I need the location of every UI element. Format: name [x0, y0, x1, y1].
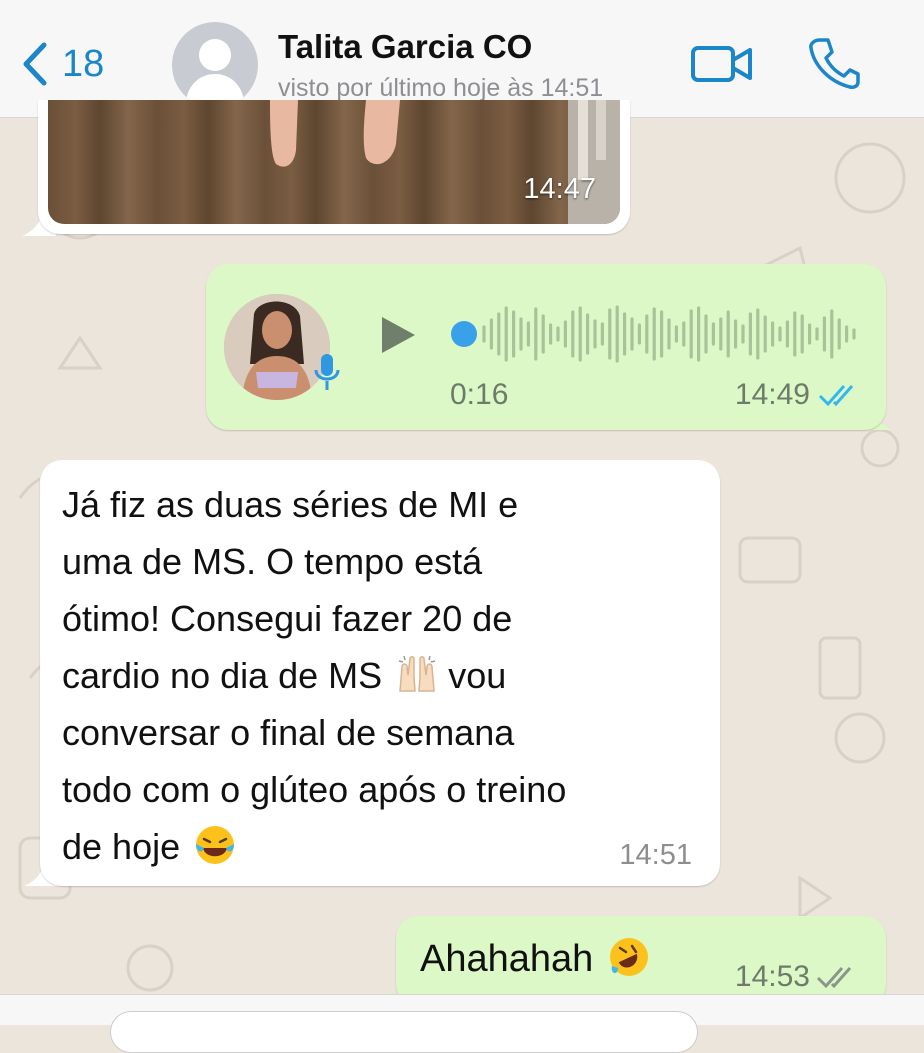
message-line: conversar o final de semana: [62, 712, 515, 753]
back-button[interactable]: 18: [18, 36, 108, 92]
message-line: Já fiz as duas séries de MI e: [62, 484, 519, 525]
message-text: de hoje: [62, 826, 181, 867]
video-call-icon[interactable]: [690, 40, 754, 88]
microphone-icon: [314, 354, 340, 390]
message-text: vou: [448, 655, 507, 696]
last-seen-status: visto por último hoje às 14:51: [278, 74, 604, 102]
text-message[interactable]: Já fiz as duas séries de MI e uma de MS.…: [40, 460, 720, 886]
message-line: uma de MS. O tempo está: [62, 541, 483, 582]
chevron-left-icon: [23, 42, 47, 86]
text-message[interactable]: Ahahahah 14:53: [396, 916, 886, 1006]
laughing-tears-emoji: [196, 826, 235, 864]
voice-message[interactable]: 0:16 14:49: [206, 264, 886, 430]
message-body: Ahahahah: [420, 936, 650, 981]
raising-hands-emoji: [399, 655, 436, 692]
message-input[interactable]: [110, 1011, 698, 1053]
double-check-delivered-icon: [816, 967, 852, 989]
message-line: de hoje: [62, 818, 702, 875]
photo-thumbnail[interactable]: 14:47: [48, 100, 620, 224]
message-time: 14:47: [523, 173, 596, 205]
message-line: todo com o glúteo após o treino: [62, 769, 567, 810]
person-icon: [186, 39, 244, 100]
message-body: Já fiz as duas séries de MI e uma de MS.…: [62, 476, 702, 875]
playback-position-dot[interactable]: [451, 321, 477, 347]
message-text: cardio no dia de MS: [62, 655, 383, 696]
double-check-read-icon: [818, 385, 854, 407]
message-line: cardio no dia de MS vou: [62, 647, 702, 704]
message-text: Ahahahah: [420, 938, 594, 980]
voice-duration: 0:16: [450, 378, 509, 411]
contact-avatar[interactable]: [172, 22, 258, 108]
message-time: 14:51: [619, 839, 692, 871]
audio-waveform[interactable]: [450, 302, 860, 366]
message-line: ótimo! Consegui fazer 20 de: [62, 598, 513, 639]
image-message[interactable]: 14:47: [38, 100, 630, 234]
contact-name[interactable]: Talita Garcia CO: [278, 28, 532, 66]
unread-count: 18: [62, 42, 105, 85]
input-bar: [0, 994, 924, 1053]
rolling-laughing-emoji: [609, 938, 648, 976]
play-icon[interactable]: [378, 314, 418, 356]
message-time: 14:53: [734, 960, 810, 993]
phone-icon[interactable]: [808, 36, 860, 90]
message-time: 14:49: [734, 378, 810, 411]
